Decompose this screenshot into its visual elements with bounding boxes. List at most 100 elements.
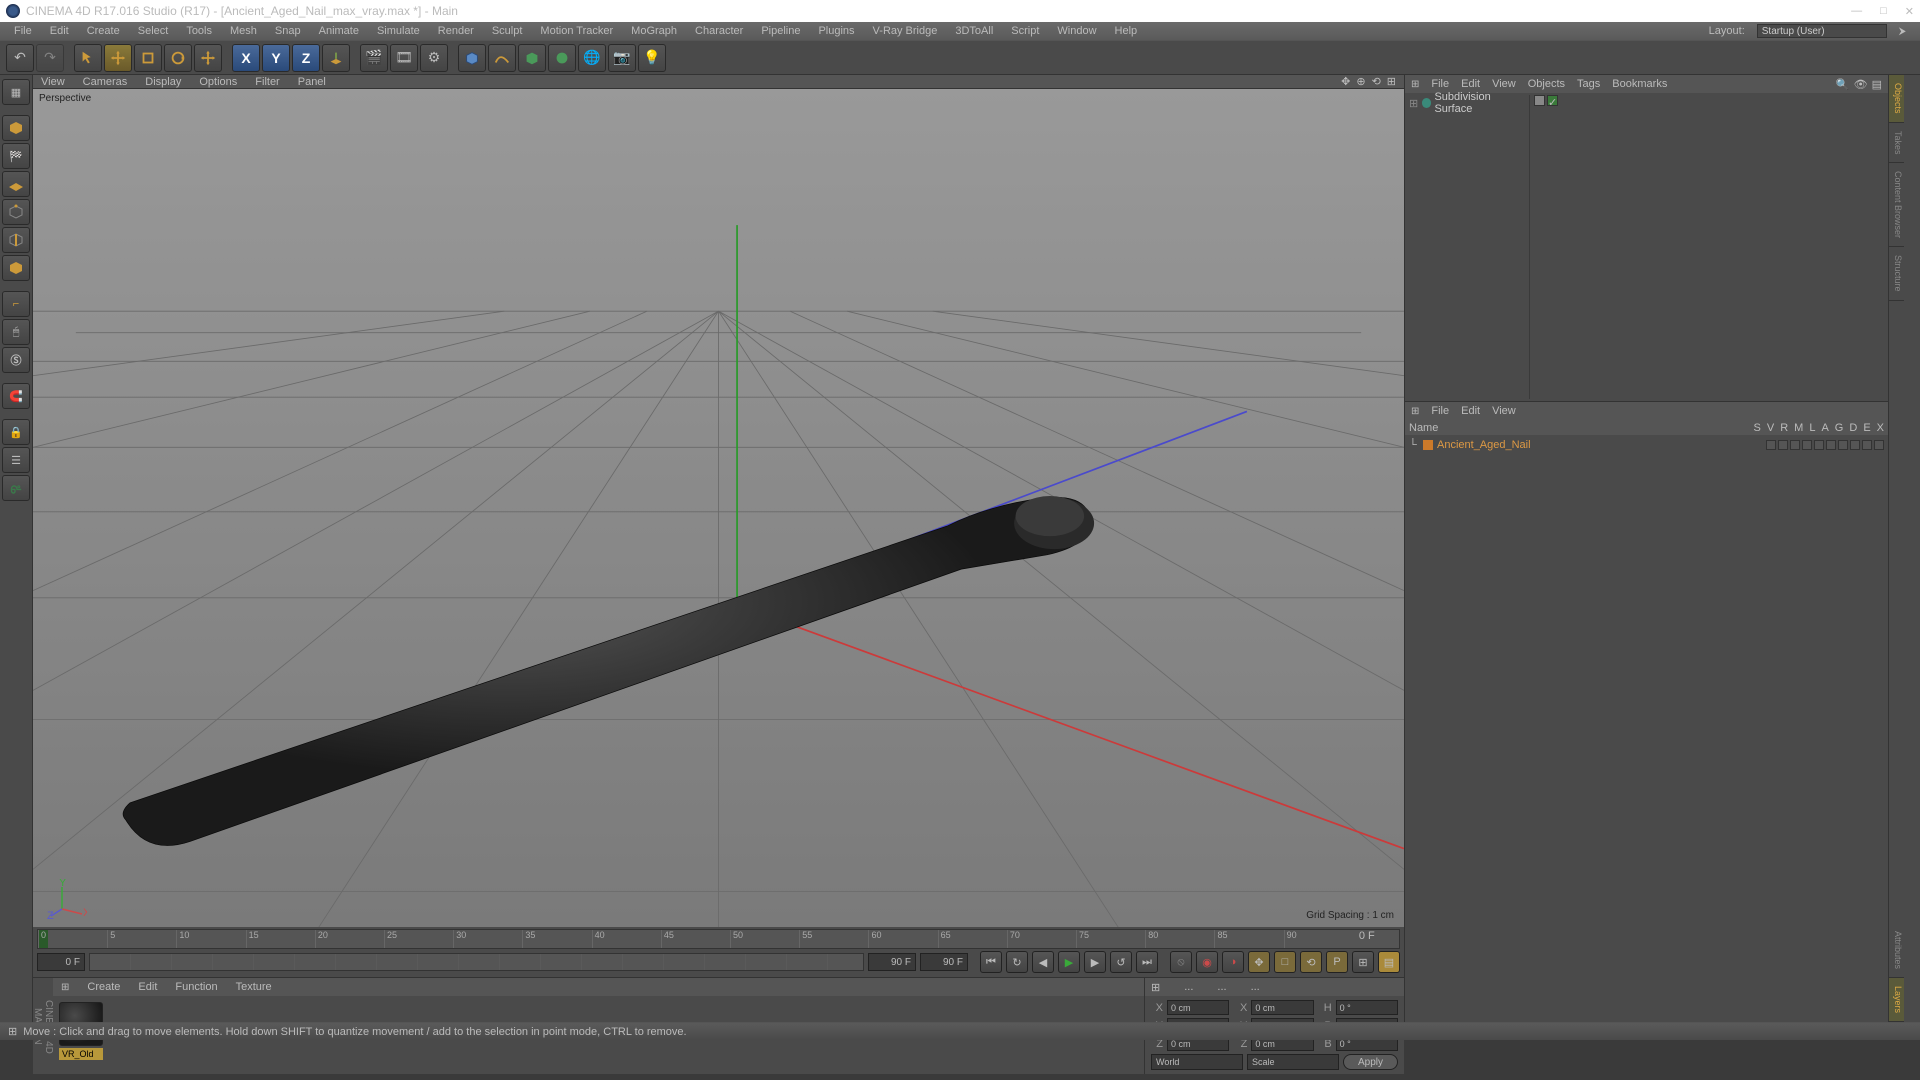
prev-frame-button[interactable]: ◀ bbox=[1032, 951, 1054, 973]
keyframe-sel-button[interactable]: ◑ bbox=[1222, 951, 1244, 973]
vp-menu-display[interactable]: Display bbox=[145, 76, 181, 88]
camera-button[interactable]: 📷 bbox=[608, 44, 636, 72]
layer-s-icon[interactable] bbox=[1766, 440, 1776, 450]
menu-sculpt[interactable]: Sculpt bbox=[484, 24, 531, 38]
generator-button[interactable] bbox=[518, 44, 546, 72]
col-l[interactable]: L bbox=[1809, 422, 1815, 434]
filter-button[interactable]: ☰ bbox=[2, 447, 30, 473]
key-rot-button[interactable]: ⟲ bbox=[1300, 951, 1322, 973]
frame-end-field[interactable]: 90 F bbox=[920, 953, 968, 971]
pos-x-field[interactable]: 0 cm bbox=[1167, 1000, 1229, 1015]
deformer-button[interactable] bbox=[548, 44, 576, 72]
workplane-button[interactable] bbox=[2, 171, 30, 197]
undo-button[interactable]: ↶ bbox=[6, 44, 34, 72]
col-g[interactable]: G bbox=[1835, 422, 1844, 434]
tab-objects[interactable]: Objects bbox=[1889, 75, 1904, 123]
frame-start-field[interactable]: 0 F bbox=[1359, 930, 1399, 948]
goto-end-button[interactable]: ⏭ bbox=[1136, 951, 1158, 973]
tag-layer-icon[interactable] bbox=[1534, 95, 1545, 106]
coord-scale-dropdown[interactable]: Scale bbox=[1247, 1054, 1339, 1070]
minimize-button[interactable]: — bbox=[1851, 5, 1862, 18]
menu-animate[interactable]: Animate bbox=[311, 24, 367, 38]
lay-menu-file[interactable]: File bbox=[1431, 405, 1449, 417]
tab-takes[interactable]: Takes bbox=[1889, 123, 1904, 164]
goto-start-button[interactable]: ⏮ bbox=[980, 951, 1002, 973]
soft-select-button[interactable]: 🧲 bbox=[2, 383, 30, 409]
menu-file[interactable]: File bbox=[6, 24, 40, 38]
vp-menu-panel[interactable]: Panel bbox=[298, 76, 326, 88]
lay-menu-view[interactable]: View bbox=[1492, 405, 1516, 417]
menu-edit[interactable]: Edit bbox=[42, 24, 77, 38]
menu-select[interactable]: Select bbox=[130, 24, 177, 38]
menu-pipeline[interactable]: Pipeline bbox=[753, 24, 808, 38]
vp-menu-cameras[interactable]: Cameras bbox=[83, 76, 128, 88]
layer-d-icon[interactable] bbox=[1850, 440, 1860, 450]
vp-menu-options[interactable]: Options bbox=[199, 76, 237, 88]
layer-name[interactable]: Ancient_Aged_Nail bbox=[1437, 439, 1531, 451]
layer-x-icon[interactable] bbox=[1874, 440, 1884, 450]
timeline-scrollbar[interactable] bbox=[89, 953, 864, 971]
tab-attributes[interactable]: Attributes bbox=[1889, 923, 1904, 978]
viewport[interactable]: Perspective Grid Spacing : 1 cm Y X Z bbox=[33, 89, 1404, 927]
coord-apply-button[interactable]: Apply bbox=[1343, 1054, 1398, 1070]
layer-a-icon[interactable] bbox=[1826, 440, 1836, 450]
layer-item[interactable]: └ Ancient_Aged_Nail bbox=[1409, 437, 1884, 452]
record-button[interactable]: ⦸ bbox=[1170, 951, 1192, 973]
material-name[interactable]: VR_Old bbox=[59, 1048, 103, 1060]
vp-menu-view[interactable]: View bbox=[41, 76, 65, 88]
polygon-mode-button[interactable] bbox=[2, 255, 30, 281]
mat-menu-texture[interactable]: Texture bbox=[236, 981, 272, 993]
size-x-field[interactable]: 0 cm bbox=[1251, 1000, 1313, 1015]
obj-menu-tags[interactable]: Tags bbox=[1577, 78, 1600, 90]
layout-expand-icon[interactable]: ⮞ bbox=[1891, 25, 1914, 38]
obj-menu-view[interactable]: View bbox=[1492, 78, 1516, 90]
primitive-cube-button[interactable] bbox=[458, 44, 486, 72]
vp-nav-move-icon[interactable]: ✥ bbox=[1341, 75, 1350, 88]
mat-menu-create[interactable]: Create bbox=[87, 981, 120, 993]
menu-mesh[interactable]: Mesh bbox=[222, 24, 265, 38]
key-pos-button[interactable]: ✥ bbox=[1248, 951, 1270, 973]
object-name[interactable]: Subdivision Surface bbox=[1434, 91, 1529, 115]
mat-menu-edit[interactable]: Edit bbox=[138, 981, 157, 993]
model-mode-button[interactable] bbox=[2, 115, 30, 141]
expand-icon[interactable]: ⊞ bbox=[1409, 97, 1419, 110]
coord-menu-icon[interactable]: ⊞ bbox=[1151, 981, 1160, 994]
obj-filter-icon[interactable]: ▤ bbox=[1872, 78, 1882, 91]
obj-menu-file[interactable]: File bbox=[1431, 78, 1449, 90]
rot-h-field[interactable]: 0 ° bbox=[1336, 1000, 1398, 1015]
make-editable-button[interactable]: ▦ bbox=[2, 79, 30, 105]
obj-menu-bookmarks[interactable]: Bookmarks bbox=[1612, 78, 1667, 90]
key-pla-button[interactable]: ⊞ bbox=[1352, 951, 1374, 973]
layer-v-icon[interactable] bbox=[1778, 440, 1788, 450]
menu-window[interactable]: Window bbox=[1049, 24, 1104, 38]
obj-search-icon[interactable]: 🔍 bbox=[1836, 78, 1850, 91]
snap-button[interactable]: Ⓢ bbox=[2, 347, 30, 373]
timeline-expand-button[interactable]: ▤ bbox=[1378, 951, 1400, 973]
spline-button[interactable] bbox=[488, 44, 516, 72]
menu-tools[interactable]: Tools bbox=[178, 24, 220, 38]
tab-layers[interactable]: Layers bbox=[1889, 978, 1904, 1022]
col-d[interactable]: D bbox=[1849, 422, 1857, 434]
col-m[interactable]: M bbox=[1794, 422, 1803, 434]
x-axis-lock[interactable]: X bbox=[232, 44, 260, 72]
close-button[interactable]: ✕ bbox=[1905, 5, 1914, 18]
render-pv-button[interactable]: 🎞 bbox=[390, 44, 418, 72]
light-button[interactable]: 💡 bbox=[638, 44, 666, 72]
range-end-field[interactable]: 90 F bbox=[868, 953, 916, 971]
goto-prev-key-button[interactable]: ↻ bbox=[1006, 951, 1028, 973]
tag-check-icon[interactable]: ✓ bbox=[1547, 95, 1558, 106]
range-start-field[interactable]: 0 F bbox=[37, 953, 85, 971]
move-tool[interactable] bbox=[104, 44, 132, 72]
menu-plugins[interactable]: Plugins bbox=[810, 24, 862, 38]
render-settings-button[interactable]: ⚙ bbox=[420, 44, 448, 72]
tree-item-subdivision[interactable]: ⊞ Subdivision Surface bbox=[1409, 95, 1529, 111]
menu-motion-tracker[interactable]: Motion Tracker bbox=[532, 24, 621, 38]
tab-structure[interactable]: Structure bbox=[1889, 247, 1904, 301]
z-axis-lock[interactable]: Z bbox=[292, 44, 320, 72]
vp-nav-zoom-icon[interactable]: ⊕ bbox=[1356, 75, 1365, 88]
col-e[interactable]: E bbox=[1863, 422, 1870, 434]
menu-simulate[interactable]: Simulate bbox=[369, 24, 428, 38]
tab-content-browser[interactable]: Content Browser bbox=[1889, 163, 1904, 247]
col-a[interactable]: A bbox=[1821, 422, 1828, 434]
maximize-button[interactable]: □ bbox=[1880, 5, 1887, 18]
